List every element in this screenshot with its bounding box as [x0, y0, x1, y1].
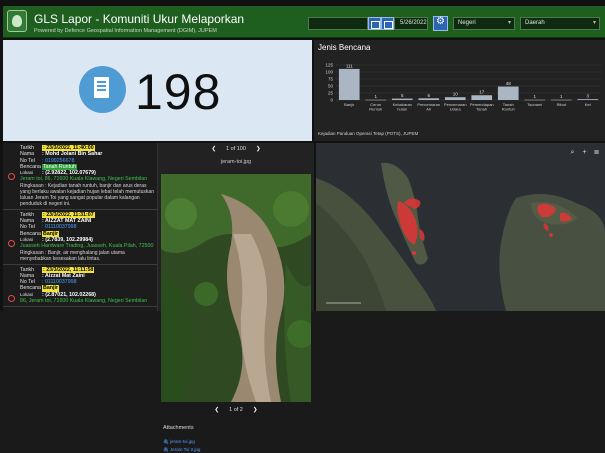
data-label: 48 [506, 81, 512, 86]
report-address: Juasseh Hardware Trading, Juasseh, Kuala… [20, 243, 154, 250]
chevron-left-icon[interactable]: ❮ [215, 407, 220, 413]
x-tick-label: Pemendapan Tanah [470, 102, 494, 112]
x-tick-label: Pencemaran Udara [444, 102, 467, 112]
media-panel: ❮ 1 of 100 ❯ jeram-toi.jpg ❮ 1 of 2 ❯ Attach… [158, 143, 314, 452]
calendar-end-icon[interactable] [381, 17, 394, 30]
image-pager: ❮ 1 of 2 ❯ [158, 407, 314, 413]
map-canvas[interactable] [316, 143, 605, 311]
chart-title: Jenis Bencana [318, 43, 371, 52]
location-pin-icon [8, 173, 15, 180]
data-label: 6 [427, 93, 430, 98]
bar[interactable] [338, 68, 360, 100]
attachment-link[interactable]: 🖇 jeram-toi.jpg [163, 439, 195, 445]
indicator-value: 198 [135, 64, 222, 120]
y-tick-label: 125 [325, 63, 333, 68]
bar-chart: 0 25 50 75 100 125 111 Banjir 1 Cerun Runtuh 5 Kebak… [325, 63, 601, 112]
image-title: jeram-toi.jpg [220, 159, 252, 165]
y-tick-label: 100 [325, 70, 333, 75]
attachments-heading: Attachments [163, 425, 194, 431]
attachment-name: jeram-toi.jpg [169, 439, 195, 444]
bar[interactable] [471, 95, 493, 100]
data-label: 111 [346, 63, 353, 68]
calendar-icon[interactable] [368, 17, 381, 30]
list-item[interactable]: Tarikh: 23/3/2022, 11:11:58 Nama: Aizzat… [3, 265, 157, 308]
landslide-photo[interactable] [161, 174, 311, 402]
x-tick-label: Banjir [344, 102, 355, 107]
x-tick-label: Cerun Runtuh [369, 102, 382, 112]
list-item[interactable]: Tarikh: 23/3/2022, 11:40:00 Nama: Mohd J… [3, 143, 157, 210]
x-tick-label: Pencemaran Air [417, 102, 440, 112]
bar[interactable] [577, 99, 599, 100]
report-document-icon [79, 66, 126, 113]
layers-icon[interactable]: ≣ [592, 148, 601, 157]
total-reports-indicator: 198 [3, 40, 312, 141]
data-label: 5 [401, 93, 404, 98]
daerah-dropdown-label: Daerah [525, 20, 545, 26]
report-summary: Ringkasan : Banjir, air menghalang jalan… [20, 249, 125, 262]
chevron-right-icon[interactable]: ❯ [253, 407, 258, 413]
y-tick-label: 50 [328, 84, 334, 89]
y-tick-label: 75 [328, 77, 334, 82]
y-tick-label: 0 [330, 98, 333, 103]
map-view[interactable]: ⌕ + ≣ [316, 143, 605, 311]
date-start-field[interactable] [308, 17, 368, 30]
report-list[interactable]: Tarikh: 23/3/2022, 11:40:00 Nama: Mohd J… [3, 143, 158, 311]
bar[interactable] [550, 99, 572, 101]
disaster-type-chart-panel: Jenis Bencana 0 25 50 75 100 125 111 Banjir 1 Cer… [314, 40, 605, 141]
negeri-dropdown-label: Negeri [458, 20, 476, 26]
report-address: 86, Jeram toi, 71600 Kuala Klawang, Nege… [20, 298, 148, 305]
chart-footer: Kejadian Panduan Operasi Tetap (POTS), J… [318, 131, 419, 136]
bar[interactable] [391, 98, 413, 100]
image-pager-label: 1 of 2 [229, 407, 243, 413]
x-tick-label: Tanah Runtuh [502, 102, 515, 112]
zoom-in-icon[interactable]: + [580, 148, 589, 157]
negeri-dropdown[interactable]: Negeri ▾ [453, 17, 515, 30]
list-item[interactable]: Tarikh: 23/3/2022, 11:31:07 Nama: AIZZAT… [3, 210, 157, 265]
bar[interactable] [365, 99, 387, 101]
data-label: 1 [560, 94, 563, 99]
header-bar: GLS Lapor - Komuniti Ukur Melaporkan Pow… [3, 6, 605, 38]
page-subtitle: Powered by Defence Geospatial Informatio… [34, 28, 217, 34]
jupem-logo [7, 10, 27, 32]
x-tick-label: Ket [585, 102, 592, 107]
x-tick-label: Ribut [557, 102, 567, 107]
chevron-left-icon[interactable]: ❮ [211, 146, 216, 152]
attachment-name: Jeram Toi 2.jpg [169, 447, 201, 452]
search-icon[interactable]: ⌕ [568, 148, 577, 157]
daerah-dropdown[interactable]: Daerah ▾ [520, 17, 600, 30]
data-label: 10 [453, 92, 459, 97]
bar[interactable] [524, 99, 546, 101]
bar[interactable] [497, 86, 519, 100]
y-tick-label: 25 [328, 91, 334, 96]
chevron-right-icon[interactable]: ❯ [256, 146, 261, 152]
page-title: GLS Lapor - Komuniti Ukur Melaporkan [34, 12, 245, 26]
location-pin-icon [8, 294, 15, 302]
attachment-link[interactable]: 🖇 Jeram Toi 2.jpg [163, 447, 200, 453]
report-summary: Ringkasan : Kejadian tanah runtuh, banji… [20, 182, 154, 207]
dashboard: GLS Lapor - Komuniti Ukur Melaporkan Pow… [0, 0, 605, 452]
date-end-field[interactable]: 5/26/2022 [394, 17, 428, 30]
bar[interactable] [418, 98, 440, 100]
chevron-down-icon: ▾ [592, 20, 596, 26]
data-label: 3 [586, 94, 589, 99]
data-label: 1 [533, 94, 536, 99]
record-pager: ❮ 1 of 100 ❯ [158, 146, 314, 152]
data-label: 17 [479, 90, 485, 95]
report-address: Jeram toi, 86, 71600 Kuala Klawang, Nege… [20, 176, 148, 183]
x-tick-label: Kebakaran hutan [393, 102, 412, 112]
location-pin-icon [8, 239, 15, 247]
bar[interactable] [444, 97, 466, 100]
data-label: 1 [374, 94, 377, 99]
settings-gear-icon[interactable] [433, 16, 448, 31]
record-pager-label: 1 of 100 [226, 146, 246, 152]
chevron-down-icon: ▾ [507, 20, 511, 26]
x-tick-label: Tsunami [527, 102, 542, 107]
